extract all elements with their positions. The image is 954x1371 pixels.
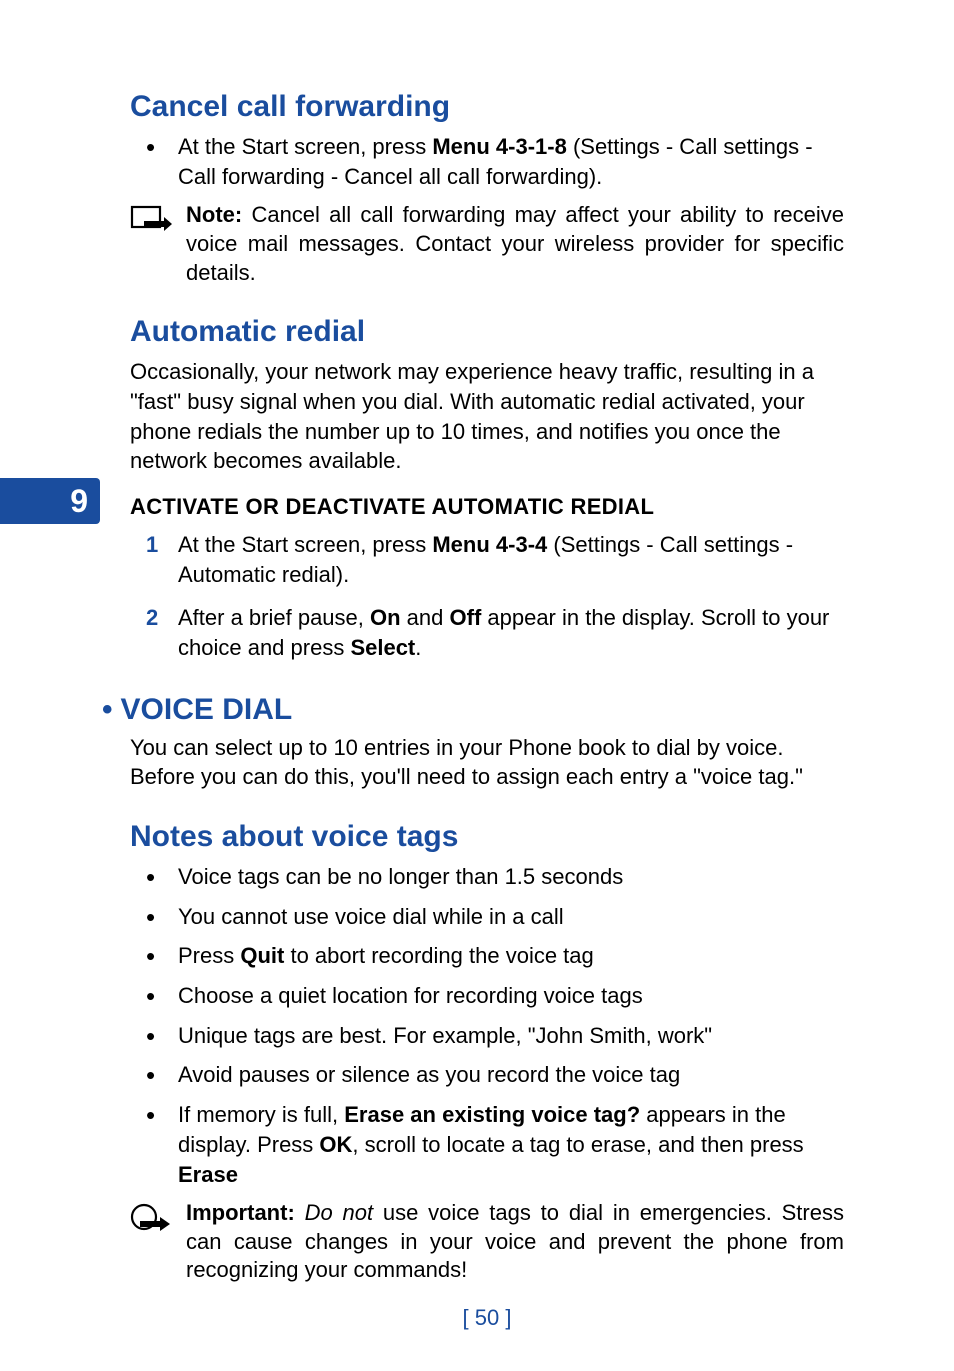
menu-path: Menu 4-3-1-8 (432, 134, 566, 159)
ui-label: On (370, 605, 401, 630)
step-item: 2 After a brief pause, On and Off appear… (130, 603, 844, 662)
text: At the Start screen, press (178, 134, 432, 159)
heading-notes-voice-tags: Notes about voice tags (130, 820, 844, 854)
list-item: You cannot use voice dial while in a cal… (130, 902, 844, 932)
step-item: 1 At the Start screen, press Menu 4-3-4 … (130, 530, 844, 589)
list-item: Press Quit to abort recording the voice … (130, 941, 844, 971)
text: Cancel all call forwarding may affect yo… (186, 202, 844, 284)
note-text: Note: Cancel all call forwarding may aff… (186, 201, 844, 287)
heading-text: VOICE DIAL (121, 693, 293, 726)
list-item: Avoid pauses or silence as you record th… (130, 1060, 844, 1090)
ui-label: Off (450, 605, 482, 630)
text: , scroll to locate a tag to erase, and t… (352, 1132, 803, 1157)
step-number: 2 (146, 603, 158, 633)
paragraph: Occasionally, your network may experienc… (130, 357, 844, 476)
page-number: [ 50 ] (130, 1305, 844, 1331)
menu-path: Menu 4-3-4 (432, 532, 547, 557)
chapter-tab: 9 (0, 478, 100, 524)
list-item: Unique tags are best. For example, "John… (130, 1021, 844, 1051)
text: to abort recording the voice tag (284, 943, 593, 968)
important-text: Important: Do not use voice tags to dial… (186, 1199, 844, 1285)
heading-voice-dial: •VOICE DIAL (102, 693, 844, 727)
note-label: Note: (186, 202, 242, 227)
heading-automatic-redial: Automatic redial (130, 315, 844, 349)
text: At the Start screen, press (178, 532, 432, 557)
page-content: Cancel call forwarding At the Start scre… (0, 0, 954, 1371)
ui-label: OK (319, 1132, 352, 1157)
ui-label: Select (350, 635, 415, 660)
ui-label: Quit (240, 943, 284, 968)
list-item: If memory is full, Erase an existing voi… (130, 1100, 844, 1189)
bullet-icon: • (102, 693, 113, 726)
text: and (401, 605, 450, 630)
note-arrow-icon (130, 205, 186, 246)
important-label: Important: (186, 1200, 295, 1225)
list-item: Voice tags can be no longer than 1.5 sec… (130, 862, 844, 892)
text: If memory is full, (178, 1102, 344, 1127)
list-item: At the Start screen, press Menu 4-3-1-8 … (130, 132, 844, 191)
note-block: Note: Cancel all call forwarding may aff… (130, 201, 844, 287)
step-number: 1 (146, 530, 158, 560)
list-item: Choose a quiet location for recording vo… (130, 981, 844, 1011)
emphasis: Do not (305, 1200, 374, 1225)
heading-cancel-call-forwarding: Cancel call forwarding (130, 90, 844, 124)
subheading-activate-redial: ACTIVATE OR DEACTIVATE AUTOMATIC REDIAL (130, 494, 844, 520)
ui-label: Erase (178, 1162, 238, 1187)
important-block: Important: Do not use voice tags to dial… (130, 1199, 844, 1285)
paragraph: You can select up to 10 entries in your … (130, 733, 844, 792)
text: Press (178, 943, 240, 968)
text: . (415, 635, 421, 660)
text: After a brief pause, (178, 605, 370, 630)
ui-label: Erase an existing voice tag? (344, 1102, 640, 1127)
important-arrow-icon (130, 1203, 186, 1244)
